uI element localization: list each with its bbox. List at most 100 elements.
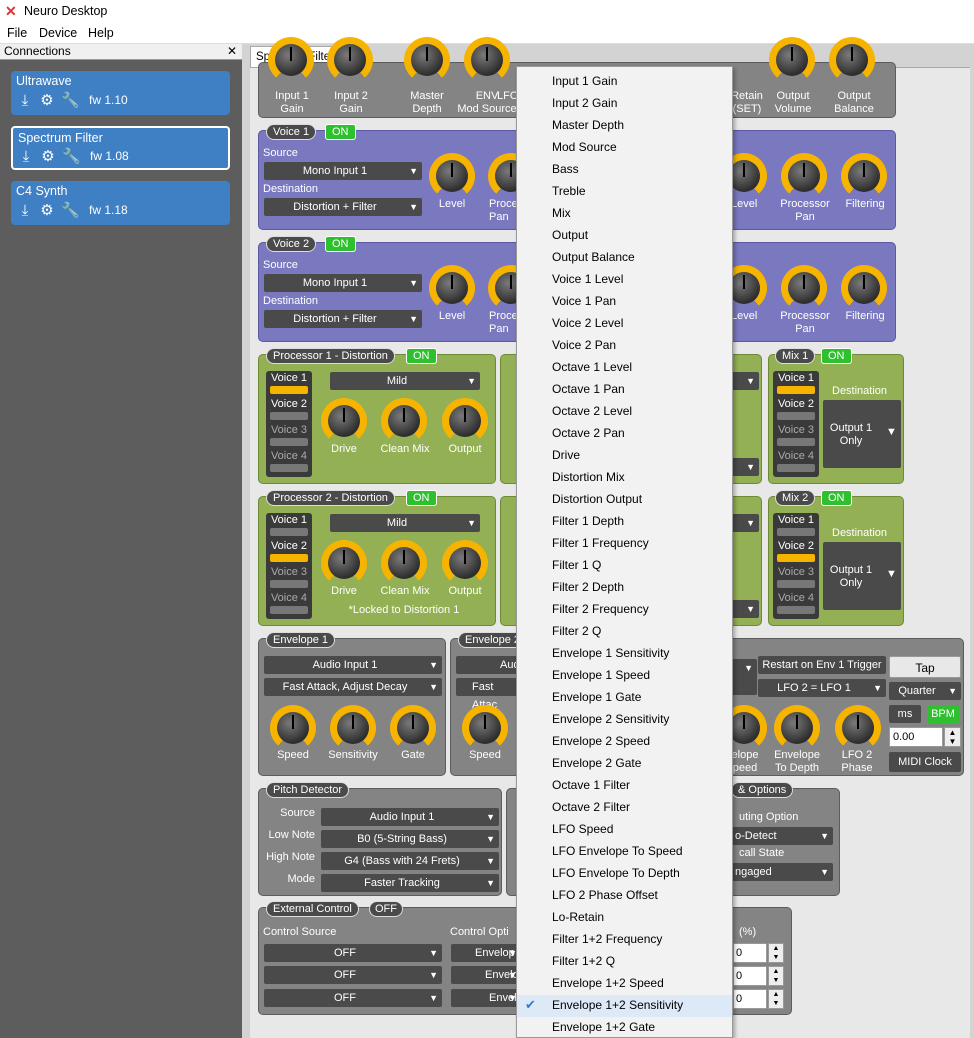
voice1-processor-pan-knob[interactable]	[781, 153, 827, 199]
control-option-select[interactable]: Envelo	[451, 966, 521, 984]
menu-item[interactable]: Voice 2 Level	[552, 316, 623, 330]
menu-item[interactable]: Octave 1 Level	[552, 360, 632, 374]
processor2-clean-mix-knob[interactable]	[381, 540, 427, 586]
voice-option[interactable]: Voice 2	[268, 540, 310, 552]
menu-item[interactable]: Bass	[552, 162, 579, 176]
menu-item[interactable]: Voice 1 Level	[552, 272, 623, 286]
voice1-destination-select[interactable]: Distortion + Filter	[264, 198, 422, 216]
voice-option[interactable]: Voice 2	[775, 398, 817, 410]
menu-item[interactable]: Envelope 2 Gate	[552, 756, 641, 770]
processor1-output-knob[interactable]	[442, 398, 488, 444]
download-icon[interactable]: ⤓	[17, 203, 33, 219]
menu-item[interactable]: Octave 2 Level	[552, 404, 632, 418]
recall-state-select[interactable]: ngaged	[725, 863, 833, 881]
bpm-toggle[interactable]: BPM	[927, 705, 959, 723]
menu-item[interactable]: Distortion Output	[552, 492, 642, 506]
gear-icon[interactable]: ⚙	[40, 149, 56, 165]
menu-item[interactable]: Envelope 2 Sensitivity	[552, 712, 669, 726]
processor2-mode-select[interactable]: Mild	[330, 514, 480, 532]
processor1-voice-selector[interactable]: Voice 1 Voice 2 Voice 3 Voice 4	[266, 371, 312, 477]
menu-item[interactable]: Mix	[552, 206, 571, 220]
voice1-level-knob[interactable]	[429, 153, 475, 199]
control-source-select[interactable]: OFF	[264, 989, 442, 1007]
menu-item[interactable]: Filter 2 Depth	[552, 580, 624, 594]
menu-item[interactable]: LFO Speed	[552, 822, 613, 836]
menu-item[interactable]: LFO Envelope To Depth	[552, 866, 680, 880]
menu-item[interactable]: Voice 1 Pan	[552, 294, 616, 308]
midi-clock-button[interactable]: MIDI Clock	[889, 752, 961, 772]
input1-gain-knob[interactable]	[268, 37, 314, 83]
menu-item[interactable]: Filter 1+2 Frequency	[552, 932, 662, 946]
menu-item[interactable]: LFO Envelope To Speed	[552, 844, 683, 858]
control-source-select[interactable]: OFF	[264, 944, 442, 962]
menu-item[interactable]: Filter 2 Frequency	[552, 602, 649, 616]
voice1-source-select[interactable]: Mono Input 1	[264, 162, 422, 180]
menu-item[interactable]: Envelope 2 Speed	[552, 734, 650, 748]
menu-item[interactable]: Lo-Retain	[552, 910, 604, 924]
envelope1-sensitivity-knob[interactable]	[330, 705, 376, 751]
menu-file[interactable]: File	[7, 26, 27, 40]
output-balance-knob[interactable]	[829, 37, 875, 83]
voice-option[interactable]: Voice 3	[268, 566, 310, 578]
wrench-icon[interactable]: 🔧	[61, 93, 80, 109]
menu-item[interactable]: Input 1 Gain	[552, 74, 617, 88]
menu-item[interactable]: Master Depth	[552, 118, 624, 132]
voice1-filtering-knob[interactable]	[841, 153, 887, 199]
routing-option-select[interactable]: o-Detect	[725, 827, 833, 845]
tempo-input[interactable]: 0.00	[889, 727, 943, 747]
gear-icon[interactable]: ⚙	[39, 203, 55, 219]
high-note-select[interactable]: G4 (Bass with 24 Frets)	[321, 852, 499, 870]
wrench-icon[interactable]: 🔧	[61, 203, 80, 219]
voice2-source-select[interactable]: Mono Input 1	[264, 274, 422, 292]
quarter-select[interactable]: Quarter	[889, 682, 961, 700]
menu-item[interactable]: LFO 2 Phase Offset	[552, 888, 658, 902]
percent-stepper[interactable]: ▲ ▼	[768, 966, 784, 986]
menu-item[interactable]: Voice 2 Pan	[552, 338, 616, 352]
percent-stepper[interactable]: ▲ ▼	[768, 989, 784, 1009]
master-depth-knob[interactable]	[404, 37, 450, 83]
voice-option[interactable]: Voice 4	[268, 450, 310, 462]
low-note-select[interactable]: B0 (5-String Bass)	[321, 830, 499, 848]
envelope1-speed-knob[interactable]	[270, 705, 316, 751]
menu-item[interactable]: Envelope 1+2 Sensitivity	[552, 998, 683, 1012]
menu-item[interactable]: Input 2 Gain	[552, 96, 617, 110]
lfo2-phase-knob[interactable]	[835, 705, 881, 751]
tempo-stepper[interactable]: ▲ ▼	[944, 727, 961, 747]
menu-item[interactable]: Octave 1 Pan	[552, 382, 625, 396]
menu-item[interactable]: Envelope 1 Speed	[552, 668, 650, 682]
control-option-select[interactable]: Envelop	[451, 944, 521, 962]
voice-option[interactable]: Voice 1	[268, 372, 310, 384]
percent-stepper[interactable]: ▲ ▼	[768, 943, 784, 963]
voice-option[interactable]: Voice 3	[775, 424, 817, 436]
menu-item[interactable]: Drive	[552, 448, 580, 462]
menu-item[interactable]: Mod Source	[552, 140, 617, 154]
menu-device[interactable]: Device	[39, 26, 77, 40]
menu-item[interactable]: Filter 1 Frequency	[552, 536, 649, 550]
voice-option[interactable]: Voice 2	[268, 398, 310, 410]
menu-item[interactable]: Envelope 1 Gate	[552, 690, 641, 704]
menu-item[interactable]: Octave 2 Pan	[552, 426, 625, 440]
percent-input[interactable]: 0	[733, 943, 767, 963]
pitch-mode-select[interactable]: Faster Tracking	[321, 874, 499, 892]
voice-option[interactable]: Voice 4	[268, 592, 310, 604]
menu-item[interactable]: Filter 2 Q	[552, 624, 601, 638]
input2-gain-knob[interactable]	[327, 37, 373, 83]
menu-item[interactable]: Treble	[552, 184, 586, 198]
output-volume-knob[interactable]	[769, 37, 815, 83]
voice2-filtering-knob[interactable]	[841, 265, 887, 311]
voice2-processor-pan-knob[interactable]	[781, 265, 827, 311]
processor1-clean-mix-knob[interactable]	[381, 398, 427, 444]
envelope2-speed-knob[interactable]	[462, 705, 508, 751]
voice-option[interactable]: Voice 4	[775, 450, 817, 462]
mix1-voice-selector[interactable]: Voice 1 Voice 2 Voice 3 Voice 4	[773, 371, 819, 477]
processor2-voice-selector[interactable]: Voice 1 Voice 2 Voice 3 Voice 4	[266, 513, 312, 619]
processor1-on-toggle[interactable]: ON	[406, 348, 437, 364]
menu-item[interactable]: Filter 1 Q	[552, 558, 601, 572]
lfo2-mode-select[interactable]: LFO 2 = LFO 1	[758, 679, 886, 697]
menu-item[interactable]: Envelope 1+2 Gate	[552, 1020, 655, 1034]
menu-item[interactable]: Octave 2 Filter	[552, 800, 630, 814]
gear-icon[interactable]: ⚙	[39, 93, 55, 109]
tap-button[interactable]: Tap	[889, 656, 961, 678]
voice-option[interactable]: Voice 2	[775, 540, 817, 552]
envelope1-input-select[interactable]: Audio Input 1	[264, 656, 442, 674]
